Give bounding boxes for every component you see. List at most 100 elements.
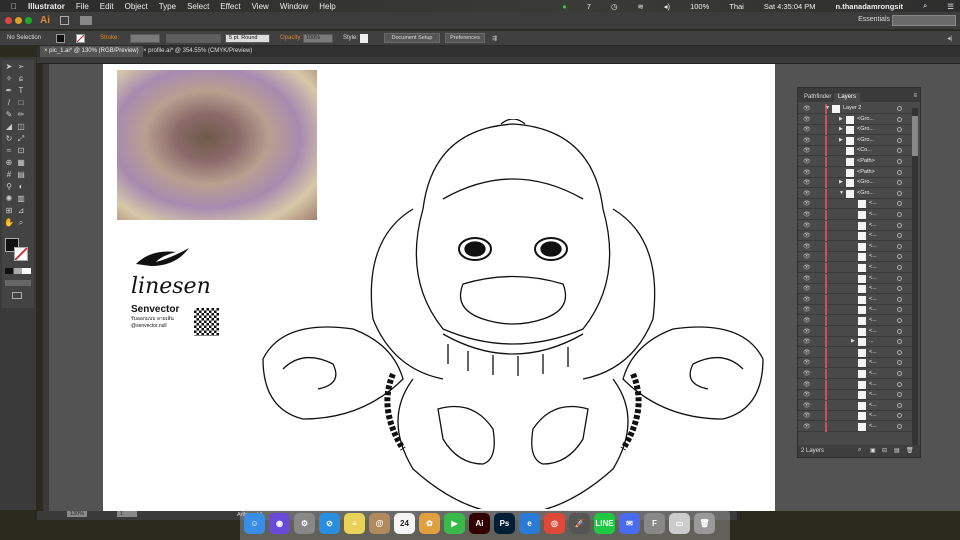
layer-row[interactable]: 👁 <...	[798, 400, 912, 411]
spotlight-icon[interactable]: ⌕	[923, 1, 927, 11]
menu-object[interactable]: Object	[125, 2, 148, 11]
visibility-eye-icon[interactable]: 👁	[803, 253, 811, 260]
tab-layers[interactable]: Layers	[834, 93, 861, 102]
target-icon[interactable]	[897, 424, 902, 429]
layer-row[interactable]: 👁 <...	[798, 358, 912, 369]
target-icon[interactable]	[897, 254, 902, 260]
visibility-eye-icon[interactable]: 👁	[803, 317, 811, 324]
layer-row[interactable]: 👁 <...	[798, 220, 912, 231]
input-source[interactable]: Thai	[729, 2, 744, 11]
target-icon[interactable]	[897, 180, 902, 186]
symbol-sprayer-icon[interactable]: ✺	[4, 194, 14, 204]
layer-name[interactable]: <Gro...	[857, 116, 874, 122]
visibility-eye-icon[interactable]: 👁	[803, 381, 811, 388]
visibility-eye-icon[interactable]: 👁	[803, 296, 811, 303]
notes-icon[interactable]: ≡	[344, 513, 365, 534]
color-mode-icons[interactable]	[5, 268, 31, 274]
user-name[interactable]: n.thanadamrongsit	[836, 2, 904, 11]
layers-scrollbar[interactable]	[912, 108, 918, 446]
volume-icon[interactable]: ◂)	[664, 2, 670, 11]
layer-name[interactable]: <...	[869, 317, 877, 323]
workspace-switcher[interactable]: Essentials	[858, 16, 890, 23]
target-icon[interactable]	[897, 360, 902, 366]
target-icon[interactable]	[897, 169, 902, 175]
target-icon[interactable]	[897, 137, 902, 143]
layer-name[interactable]: <...	[869, 359, 877, 365]
rotate-icon[interactable]: ↻	[4, 134, 14, 144]
system-preferences-icon[interactable]: ⚙	[294, 513, 315, 534]
wifi-icon[interactable]: ≋	[638, 2, 644, 11]
stroke-swatch[interactable]	[76, 34, 85, 43]
line-status-icon[interactable]: ●	[562, 2, 567, 11]
target-icon[interactable]	[897, 233, 902, 239]
selection-tool-icon[interactable]: ➤	[4, 62, 14, 72]
layer-name[interactable]: <...	[869, 285, 877, 291]
visibility-eye-icon[interactable]: 👁	[803, 402, 811, 409]
menu-effect[interactable]: Effect	[220, 2, 240, 11]
layer-row[interactable]: 👁 <Path>	[798, 167, 912, 178]
visibility-eye-icon[interactable]: 👁	[803, 370, 811, 377]
launchpad-icon[interactable]: 🚀	[569, 513, 590, 534]
layer-row[interactable]: 👁 <...	[798, 369, 912, 379]
magic-wand-icon[interactable]: ✧	[4, 74, 14, 84]
fill-swatch[interactable]	[56, 34, 65, 43]
visibility-eye-icon[interactable]: 👁	[803, 190, 811, 197]
facetime-icon[interactable]: ▶	[444, 513, 465, 534]
type-tool-icon[interactable]: T	[16, 86, 26, 96]
layer-name[interactable]: <...	[869, 253, 877, 259]
layer-name[interactable]: <...	[869, 370, 877, 376]
layer-name[interactable]: <...	[869, 200, 877, 206]
tab-pathfinder[interactable]: Pathfinder	[800, 93, 835, 102]
layer-name[interactable]: <...	[869, 232, 877, 238]
target-icon[interactable]	[897, 222, 902, 228]
target-icon[interactable]	[897, 296, 902, 302]
layer-row[interactable]: 👁 <...	[798, 199, 912, 210]
menu-file[interactable]: File	[76, 2, 89, 11]
target-icon[interactable]	[897, 328, 902, 334]
style-swatch[interactable]	[360, 34, 368, 43]
delete-layer-icon[interactable]: 🗑	[906, 447, 914, 454]
visibility-eye-icon[interactable]: 👁	[803, 232, 811, 239]
line-tool-icon[interactable]: /	[4, 98, 14, 108]
target-icon[interactable]	[897, 148, 902, 154]
target-icon[interactable]	[897, 402, 902, 408]
visibility-eye-icon[interactable]: 👁	[803, 147, 811, 154]
visibility-eye-icon[interactable]: 👁	[803, 359, 811, 366]
visibility-eye-icon[interactable]: 👁	[803, 328, 811, 335]
layer-name[interactable]: <...	[869, 306, 877, 312]
layer-row[interactable]: 👁 <...	[798, 390, 912, 401]
search-input[interactable]	[892, 15, 956, 26]
contacts-icon[interactable]: @	[369, 513, 390, 534]
layer-name[interactable]: <Gro...	[857, 179, 874, 185]
visibility-eye-icon[interactable]: 👁	[803, 137, 811, 144]
draw-mode-icons[interactable]	[5, 280, 31, 286]
visibility-eye-icon[interactable]: 👁	[803, 105, 811, 112]
opacity-input[interactable]: 100%	[303, 34, 333, 43]
layer-row[interactable]: 👁 <...	[798, 263, 912, 273]
bridge-icon[interactable]	[60, 16, 69, 25]
layer-name[interactable]: <...	[869, 222, 877, 228]
eyedropper-icon[interactable]: ⚲	[4, 182, 14, 192]
visibility-eye-icon[interactable]: 👁	[803, 423, 811, 430]
variable-width-select[interactable]	[166, 34, 221, 43]
scroll-thumb[interactable]	[912, 116, 918, 156]
visibility-eye-icon[interactable]: 👁	[803, 264, 811, 271]
slice-icon[interactable]: ⊿	[16, 206, 26, 216]
font-book-icon[interactable]: F	[644, 513, 665, 534]
menu-view[interactable]: View	[252, 2, 269, 11]
panel-menu-icon[interactable]: ≡	[913, 93, 917, 99]
status-count[interactable]: 7	[587, 2, 591, 11]
line-icon[interactable]: LINE	[594, 513, 615, 534]
visibility-eye-icon[interactable]: 👁	[803, 349, 811, 356]
target-icon[interactable]	[897, 243, 902, 249]
layer-name[interactable]: <...	[869, 349, 877, 355]
menu-type[interactable]: Type	[159, 2, 176, 11]
illustrator-icon[interactable]: Ai	[469, 513, 490, 534]
target-icon[interactable]	[897, 116, 902, 122]
layer-name[interactable]: <...	[869, 328, 877, 334]
document-setup-button[interactable]: Document Setup	[384, 33, 440, 43]
photos-icon[interactable]: ✿	[419, 513, 440, 534]
preview-icon[interactable]: ▭	[669, 513, 690, 534]
battery-level[interactable]: 100%	[690, 2, 709, 11]
apple-icon[interactable]: 	[11, 2, 17, 11]
